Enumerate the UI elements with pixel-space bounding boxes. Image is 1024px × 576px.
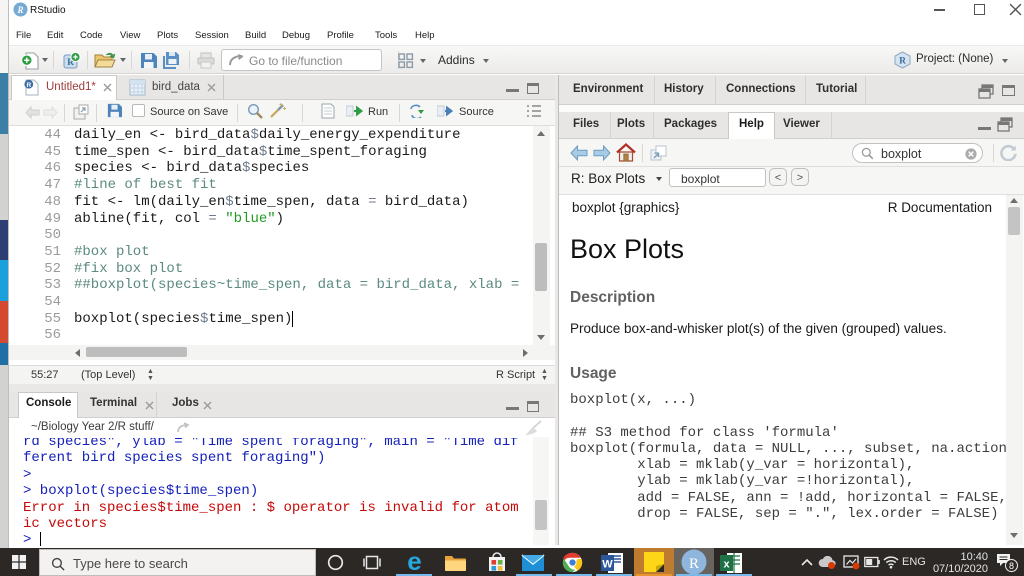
svg-text:R: R xyxy=(26,82,31,89)
svg-text:R: R xyxy=(689,556,699,572)
svg-text:x: x xyxy=(723,559,730,571)
svg-text:R: R xyxy=(16,5,23,15)
svg-text:R: R xyxy=(899,57,906,67)
svg-text:W: W xyxy=(602,559,613,571)
svg-text:e: e xyxy=(407,550,421,575)
